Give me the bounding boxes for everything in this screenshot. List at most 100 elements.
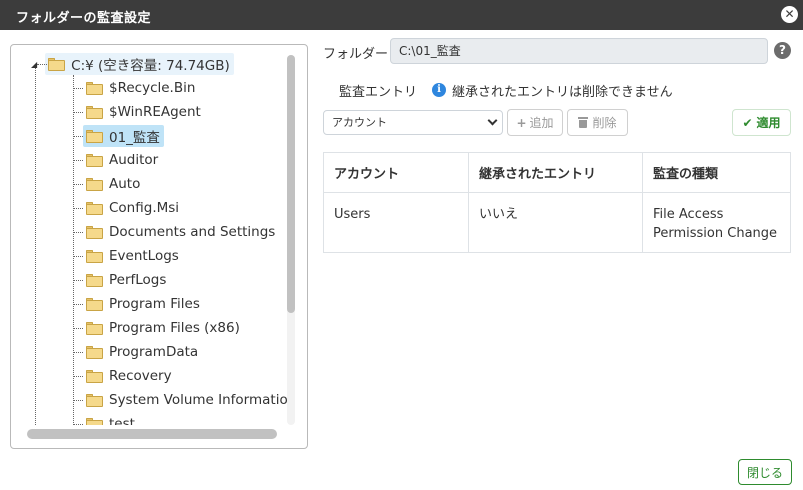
dialog-titlebar: フォルダーの監査設定 ✕ <box>0 0 803 30</box>
trash-icon <box>578 117 589 128</box>
tree-node-content: test <box>83 413 139 425</box>
delete-button-label: 削除 <box>592 116 617 130</box>
tree-guide-line <box>35 65 36 425</box>
folder-icon <box>86 201 103 215</box>
info-icon: i <box>432 83 446 97</box>
tree-node-label: 01_監査 <box>109 130 160 146</box>
folder-label: フォルダー <box>323 47 389 62</box>
tree-node-content: Auto <box>83 173 144 195</box>
question-icon[interactable]: ? <box>774 42 791 59</box>
close-icon[interactable]: ✕ <box>781 6 798 23</box>
folder-tree-panel[interactable]: ◢ C:¥ (空き容量: 74.74GB) $Recycle.Bin $WinRE… <box>10 44 308 449</box>
column-header-account[interactable]: アカウント <box>323 152 469 193</box>
tree-node-label: Config.Msi <box>109 200 180 216</box>
tree-node[interactable]: Recovery <box>73 365 176 387</box>
tree-connector <box>73 352 83 353</box>
tree-node[interactable]: Program Files (x86) <box>73 317 244 339</box>
tree-connector <box>73 376 83 377</box>
tree-node-label: $WinREAgent <box>109 104 201 120</box>
audit-entries-table: アカウント 継承されたエントリ 監査の種類 Users いいえ File Acc… <box>323 152 791 253</box>
tree-node-content: $Recycle.Bin <box>83 77 199 99</box>
cell-audit-type: File Access Permission Change <box>642 192 791 253</box>
tree-node[interactable]: System Volume Information <box>73 389 291 411</box>
tree-connector <box>73 400 83 401</box>
folder-icon <box>86 177 103 191</box>
tree-connector <box>73 280 83 281</box>
tree-node-label: Program Files (x86) <box>109 320 240 336</box>
tree-node-label: $Recycle.Bin <box>109 80 196 96</box>
tree-node[interactable]: Auditor <box>73 149 162 171</box>
tree-connector <box>73 184 83 185</box>
tree-node-content: ProgramData <box>83 341 202 363</box>
folder-icon <box>86 369 103 383</box>
tree-node[interactable]: ProgramData <box>73 341 202 363</box>
column-header-inherited[interactable]: 継承されたエントリ <box>468 152 643 193</box>
tree-node-label: test <box>109 416 135 425</box>
tree-node-label: Recovery <box>109 368 172 384</box>
column-header-audit-type[interactable]: 監査の種類 <box>642 152 791 193</box>
tree-node-label: PerfLogs <box>109 272 167 288</box>
tree-node[interactable]: Auto <box>73 173 144 195</box>
tree-node-label: Documents and Settings <box>109 224 276 240</box>
tree-node[interactable]: $Recycle.Bin <box>73 77 199 99</box>
add-button[interactable]: + 追加 <box>507 109 563 136</box>
tree-node-content: Program Files <box>83 293 204 315</box>
tree-node-content: System Volume Information <box>83 389 291 411</box>
folder-path-field: C:\01_監査 <box>390 38 768 64</box>
apply-button[interactable]: ✔ 適用 <box>732 109 791 136</box>
chevron-down-icon <box>487 115 498 126</box>
tree-node-label: Auditor <box>109 152 159 168</box>
tree-connector <box>73 256 83 257</box>
tree-node-label: System Volume Information <box>109 392 291 408</box>
close-button[interactable]: 閉じる <box>738 459 792 485</box>
audit-type-line: Permission Change <box>653 226 778 241</box>
folder-icon <box>86 105 103 119</box>
audit-type-line: File Access <box>653 207 724 222</box>
check-icon: ✔ <box>742 115 753 130</box>
tree-connector <box>73 136 83 137</box>
tree-node-root[interactable]: ◢ C:¥ (空き容量: 74.74GB) <box>31 53 234 75</box>
vertical-scrollbar[interactable] <box>287 55 295 425</box>
account-select[interactable]: アカウント <box>323 110 503 135</box>
table-row[interactable]: Users いいえ File Access Permission Change <box>323 192 791 253</box>
tree-node[interactable]: EventLogs <box>73 245 183 267</box>
tree-node[interactable]: $WinREAgent <box>73 101 205 123</box>
tree-node-content: Recovery <box>83 365 176 387</box>
plus-icon: + <box>516 115 527 130</box>
folder-icon <box>86 393 103 407</box>
tree-node-label: EventLogs <box>109 248 179 264</box>
scrollbar-thumb[interactable] <box>287 55 295 313</box>
folder-icon <box>86 129 103 143</box>
tree-connector <box>73 208 83 209</box>
tree-node-content: Auditor <box>83 149 162 171</box>
tree-node[interactable]: Program Files <box>73 293 204 315</box>
tree-connector <box>73 160 83 161</box>
folder-icon <box>86 297 103 311</box>
table-header-row: アカウント 継承されたエントリ 監査の種類 <box>323 152 791 193</box>
tree-connector <box>73 232 83 233</box>
tree-node[interactable]: test <box>73 413 139 425</box>
folder-icon <box>86 321 103 335</box>
tree-node-content: PerfLogs <box>83 269 170 291</box>
horizontal-scrollbar[interactable] <box>27 429 277 439</box>
add-button-label: 追加 <box>529 116 554 130</box>
folder-icon <box>86 81 103 95</box>
cell-account: Users <box>323 192 469 253</box>
tree-node[interactable]: Documents and Settings <box>73 221 279 243</box>
info-text: 継承されたエントリは削除できません <box>452 85 673 100</box>
audit-entries-label: 監査エントリ <box>339 85 418 100</box>
tree-node-content: EventLogs <box>83 245 183 267</box>
tree-node-content: Config.Msi <box>83 197 183 219</box>
tree-node[interactable]: 01_監査 <box>73 125 164 147</box>
folder-icon <box>86 153 103 167</box>
delete-button[interactable]: 削除 <box>567 109 628 136</box>
tree-node[interactable]: PerfLogs <box>73 269 170 291</box>
tree-node-content: $WinREAgent <box>83 101 205 123</box>
tree-node-label: Auto <box>109 176 141 192</box>
account-select-value: アカウント <box>332 116 387 129</box>
tree-connector <box>73 304 83 305</box>
tree-node[interactable]: Config.Msi <box>73 197 183 219</box>
tree-node-content: Program Files (x86) <box>83 317 244 339</box>
tree-connector <box>73 328 83 329</box>
cell-inherited: いいえ <box>468 192 643 253</box>
